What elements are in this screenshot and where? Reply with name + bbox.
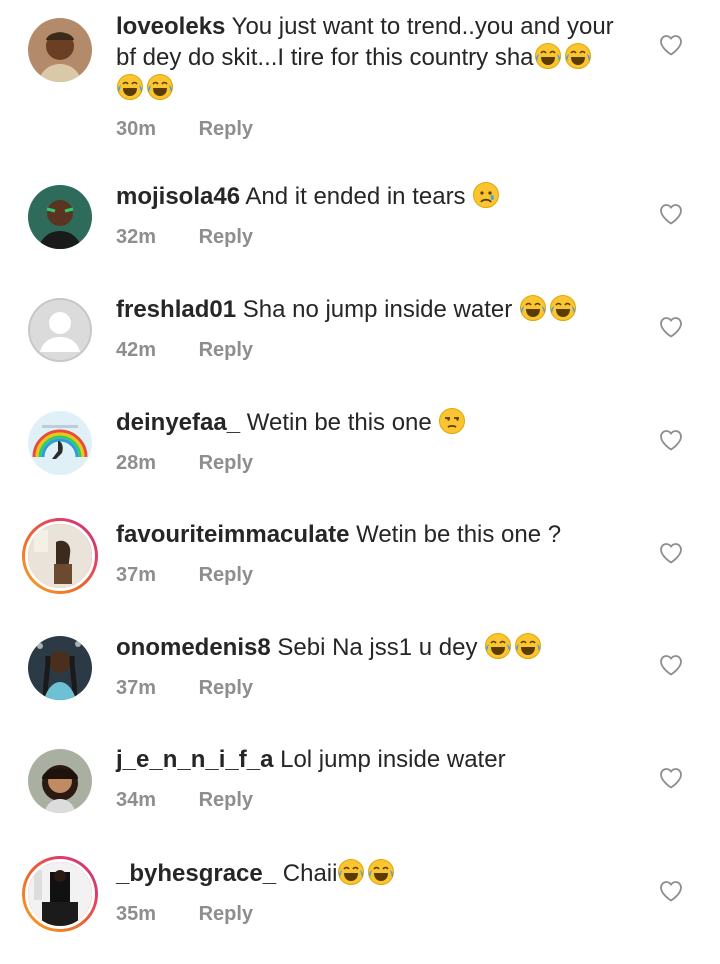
comment-body: Wetin be this one ? (356, 521, 562, 548)
heart-icon[interactable] (659, 316, 683, 338)
comment-body: Wetin be this one (246, 409, 432, 436)
comment-meta: 37m Reply (116, 562, 636, 588)
heart-icon[interactable] (659, 767, 683, 789)
face-with-tears-of-joy-icon (116, 73, 144, 101)
comment-time: 32m (116, 226, 157, 248)
reply-button[interactable]: Reply (199, 675, 253, 701)
avatar-image (25, 859, 95, 929)
comment-username[interactable]: onomedenis8 (116, 634, 271, 661)
avatar-image (28, 749, 92, 813)
heart-icon[interactable] (659, 34, 683, 56)
avatar[interactable] (28, 636, 92, 700)
comment-username[interactable]: freshlad01 (116, 296, 236, 323)
face-with-tears-of-joy-icon (549, 294, 577, 322)
comment-text: freshlad01 Sha no jump inside water (116, 294, 636, 325)
avatar[interactable] (28, 749, 92, 813)
comment-time: 37m (116, 677, 157, 699)
comment-text: loveoleks You just want to trend..you an… (116, 12, 636, 104)
comment-body: Chaii (282, 860, 338, 887)
reply-button[interactable]: Reply (199, 116, 253, 142)
avatar-image (28, 411, 92, 475)
heart-icon[interactable] (659, 203, 683, 225)
face-with-tears-of-joy-icon (514, 632, 542, 660)
comment-meta: 34m Reply (116, 787, 636, 813)
comment-time: 30m (116, 118, 157, 140)
reply-button[interactable]: Reply (199, 224, 253, 250)
comment-username[interactable]: deinyefaa_ (116, 409, 240, 436)
comment-time: 37m (116, 564, 157, 586)
face-with-tears-of-joy-icon (484, 632, 512, 660)
crying-face-icon (472, 181, 500, 209)
comment-text: _byhesgrace_ Chaii (116, 858, 636, 889)
comment-username[interactable]: _byhesgrace_ (116, 860, 276, 887)
comment-meta: 35m Reply (116, 901, 636, 927)
avatar-image (28, 636, 92, 700)
comment-username[interactable]: loveoleks (116, 13, 225, 40)
comment-time: 34m (116, 789, 157, 811)
avatar[interactable] (28, 411, 92, 475)
heart-icon[interactable] (659, 429, 683, 451)
reply-button[interactable]: Reply (199, 450, 253, 476)
avatar-story-ring[interactable] (22, 856, 98, 932)
comment-time: 28m (116, 452, 157, 474)
avatar[interactable] (28, 298, 92, 362)
comment-username[interactable]: mojisola46 (116, 183, 240, 210)
comment-body: Sebi Na jss1 u dey (277, 634, 478, 661)
avatar-story-ring[interactable] (22, 518, 98, 594)
heart-icon[interactable] (659, 654, 683, 676)
comment-body: And it ended in tears (245, 183, 466, 210)
comment-time: 35m (116, 903, 157, 925)
unamused-face-icon (438, 407, 466, 435)
face-with-tears-of-joy-icon (564, 42, 592, 70)
heart-icon[interactable] (659, 880, 683, 902)
reply-button[interactable]: Reply (199, 337, 253, 363)
avatar[interactable] (28, 18, 92, 82)
comment-username[interactable]: favouriteimmaculate (116, 521, 349, 548)
comment-username[interactable]: j_e_n_n_i_f_a (116, 746, 273, 773)
face-with-tears-of-joy-icon (146, 73, 174, 101)
face-with-tears-of-joy-icon (367, 858, 395, 886)
comment-meta: 30m Reply (116, 116, 636, 142)
comment-meta: 28m Reply (116, 450, 636, 476)
face-with-tears-of-joy-icon (534, 42, 562, 70)
avatar-image (25, 521, 95, 591)
avatar[interactable] (28, 185, 92, 249)
face-with-tears-of-joy-icon (337, 858, 365, 886)
reply-button[interactable]: Reply (199, 562, 253, 588)
default-avatar-icon (28, 298, 92, 362)
comment-text: onomedenis8 Sebi Na jss1 u dey (116, 632, 636, 663)
face-with-tears-of-joy-icon (519, 294, 547, 322)
comment-meta: 37m Reply (116, 675, 636, 701)
heart-icon[interactable] (659, 542, 683, 564)
comment-body: Lol jump inside water (280, 746, 506, 773)
comment-meta: 42m Reply (116, 337, 636, 363)
reply-button[interactable]: Reply (199, 787, 253, 813)
comment-text: mojisola46 And it ended in tears (116, 181, 636, 212)
avatar-image (28, 185, 92, 249)
comment-text: j_e_n_n_i_f_a Lol jump inside water (116, 745, 636, 775)
reply-button[interactable]: Reply (199, 901, 253, 927)
comment-text: favouriteimmaculate Wetin be this one ? (116, 520, 636, 550)
comment-meta: 32m Reply (116, 224, 636, 250)
comment-text: deinyefaa_ Wetin be this one (116, 407, 636, 438)
comment-time: 42m (116, 339, 157, 361)
avatar-image (28, 18, 92, 82)
comment-body: Sha no jump inside water (242, 296, 513, 323)
